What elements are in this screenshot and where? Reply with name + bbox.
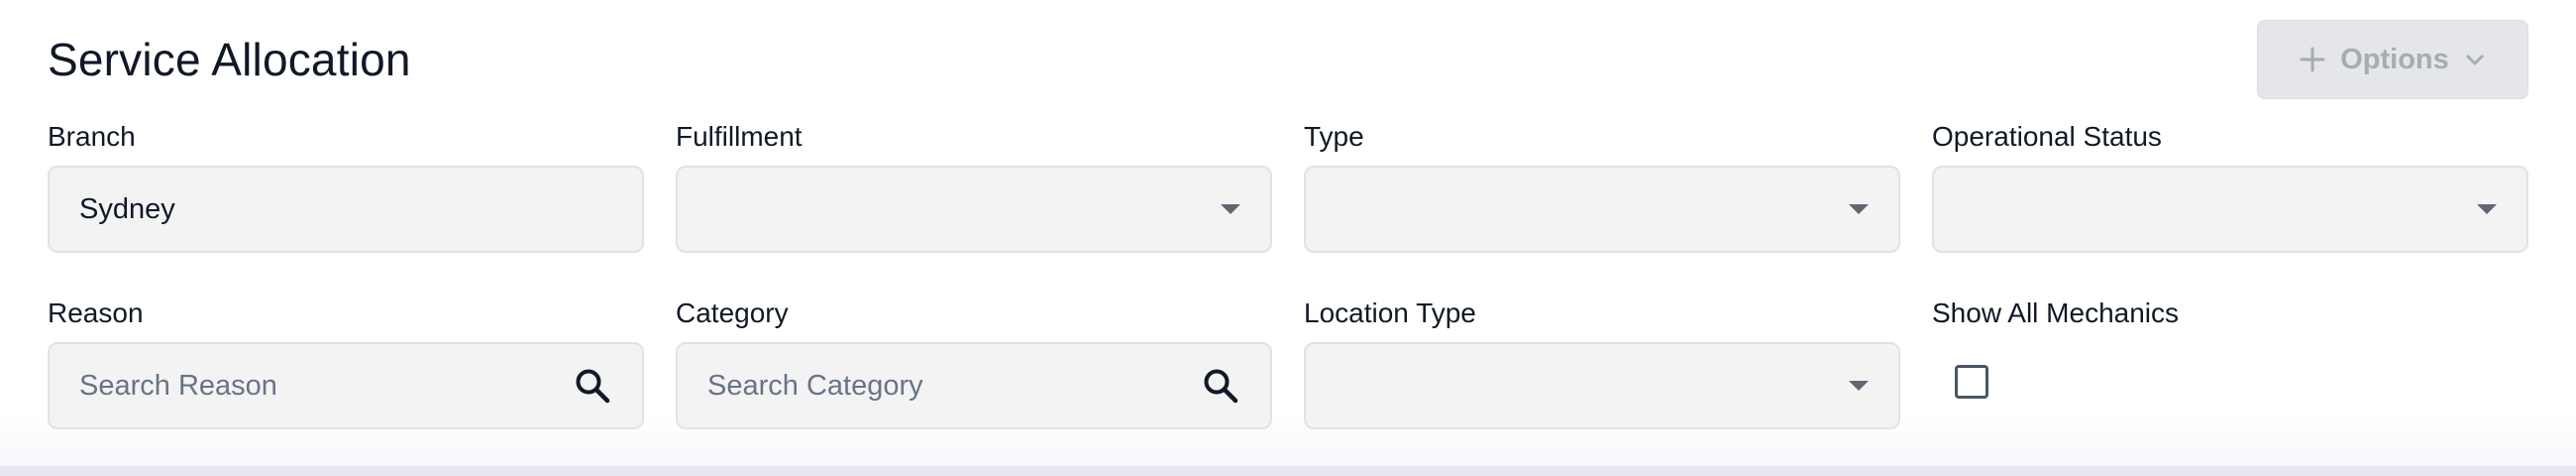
options-button[interactable]: Options [2257,20,2528,99]
divider [0,466,2576,476]
reason-label: Reason [48,298,144,328]
show-all-mechanics-label: Show All Mechanics [1932,298,2180,328]
operational-status-label: Operational Status [1932,121,2162,152]
reason-search-input[interactable]: Search Reason [48,342,644,429]
fulfillment-select[interactable] [676,166,1272,253]
category-label: Category [676,298,789,328]
fulfillment-label: Fulfillment [676,121,803,152]
location-type-label: Location Type [1304,298,1476,328]
dropdown-caret-icon [1849,381,1869,391]
category-placeholder: Search Category [707,369,923,402]
dropdown-caret-icon [1221,204,1240,214]
location-type-select[interactable] [1304,342,1900,429]
branch-label: Branch [48,121,136,152]
operational-status-select[interactable] [1932,166,2528,253]
branch-field[interactable]: Sydney [48,166,644,253]
plus-icon [2299,46,2326,73]
search-icon[interactable] [573,366,612,406]
dropdown-caret-icon [1849,204,1869,214]
service-allocation-panel: Service Allocation Options Branch Fulfil… [0,0,2576,476]
page-title: Service Allocation [48,34,411,85]
chevron-down-icon [2463,48,2487,71]
type-label: Type [1304,121,1364,152]
show-all-mechanics-checkbox[interactable] [1955,365,1988,399]
dropdown-caret-icon [2477,204,2497,214]
reason-placeholder: Search Reason [79,369,277,402]
type-select[interactable] [1304,166,1900,253]
category-search-input[interactable]: Search Category [676,342,1272,429]
branch-value: Sydney [79,192,175,225]
search-icon[interactable] [1201,366,1240,406]
options-button-label: Options [2340,43,2449,75]
